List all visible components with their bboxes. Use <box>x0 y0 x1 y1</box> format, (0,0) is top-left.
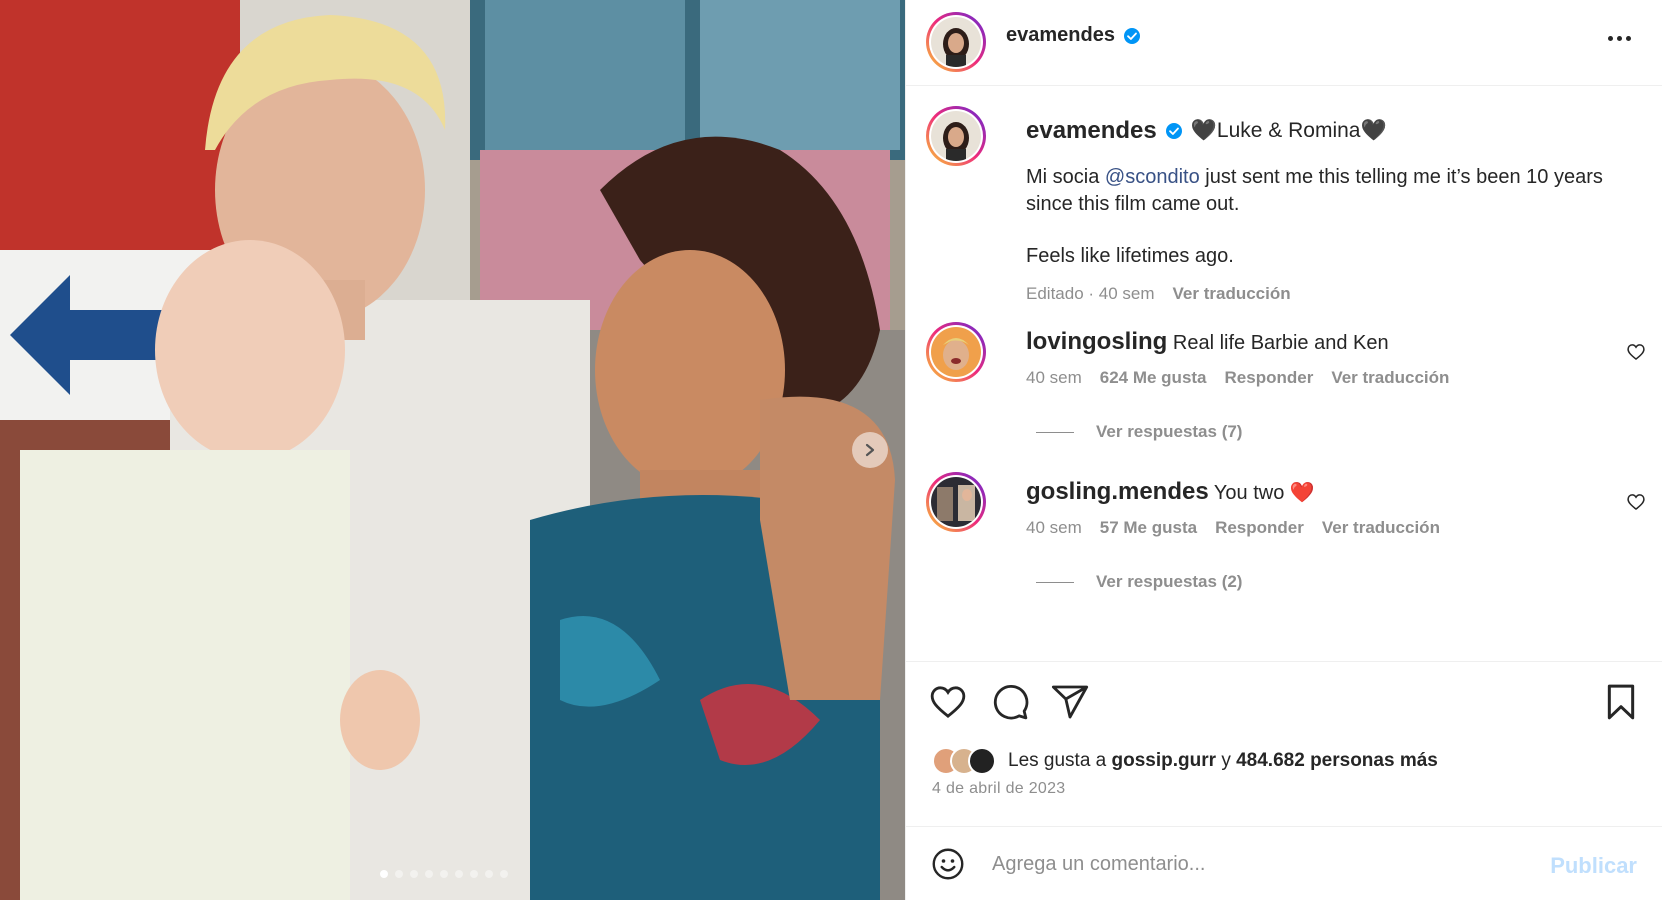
comment-item: gosling.mendes You two ❤️ 40 sem 57 Me g… <box>926 472 1646 622</box>
commenter-username[interactable]: gosling.mendes <box>1026 478 1209 505</box>
likes-summary: Les gusta a gossip.gurr y 484.682 person… <box>932 747 1438 775</box>
caption-translate-link[interactable]: Ver traducción <box>1173 280 1291 307</box>
comment-input[interactable] <box>992 845 1492 883</box>
save-bookmark-icon[interactable] <box>1601 682 1641 722</box>
carousel-dot <box>455 870 463 878</box>
comment-like-heart-icon[interactable] <box>1626 342 1646 362</box>
verified-badge-icon <box>1165 123 1182 139</box>
carousel-indicator <box>380 870 508 878</box>
emoji-smiley-icon[interactable] <box>930 846 966 882</box>
share-paper-plane-icon[interactable] <box>1050 682 1090 722</box>
caption-timestamp: Editado · 40 sem <box>1026 284 1155 303</box>
commenter-avatar[interactable] <box>926 472 986 532</box>
like-heart-icon[interactable] <box>928 682 968 722</box>
caption-title: 🖤Luke & Romina🖤 <box>1190 119 1387 142</box>
likes-count-link[interactable]: 484.682 personas más <box>1236 750 1438 771</box>
caption-text: Mi socia @scondito just sent me this tel… <box>1026 164 1626 218</box>
view-replies-label: Ver respuestas (7) <box>1096 422 1243 441</box>
carousel-dot <box>440 870 448 878</box>
avatar-image <box>931 477 981 527</box>
publish-button[interactable]: Publicar <box>1550 853 1637 879</box>
add-comment-bar: Publicar <box>906 826 1662 900</box>
caption-text-line2: Feels like lifetimes ago. <box>1026 245 1234 267</box>
caption-author-username[interactable]: evamendes <box>1026 116 1157 146</box>
carousel-dot <box>500 870 508 878</box>
comment-text: You two ❤️ <box>1213 482 1315 504</box>
caption-text-part: Mi socia <box>1026 166 1105 188</box>
likes-prefix: Les gusta a <box>1008 750 1112 771</box>
more-options-button[interactable] <box>1603 26 1635 50</box>
comment-reply-button[interactable]: Responder <box>1215 518 1304 538</box>
comment-time: 40 sem <box>1026 368 1082 387</box>
comment-text: Real life Barbie and Ken <box>1172 332 1389 354</box>
more-horizontal-icon <box>1607 35 1613 41</box>
replies-divider <box>1036 431 1074 433</box>
chevron-right-icon <box>865 443 875 457</box>
comment-item: lovingosling Real life Barbie and Ken 40… <box>926 322 1646 472</box>
likes-text: Les gusta a gossip.gurr y 484.682 person… <box>1008 750 1438 772</box>
comment-likes-count[interactable]: 624 Me gusta <box>1100 368 1207 388</box>
caption-mention-link[interactable]: @scondito <box>1105 166 1200 188</box>
caption-meta: Editado · 40 sem Ver traducción <box>1026 280 1626 307</box>
avatar-image <box>931 17 981 67</box>
commenter-username[interactable]: lovingosling <box>1026 328 1167 355</box>
avatar-image <box>931 327 981 377</box>
comment-reply-button[interactable]: Responder <box>1225 368 1314 388</box>
comment-meta: 40 sem 624 Me gusta Responder Ver traduc… <box>1026 368 1449 388</box>
carousel-dot <box>380 870 388 878</box>
carousel-dot <box>485 870 493 878</box>
carousel-dot <box>410 870 418 878</box>
post-photo <box>0 0 905 900</box>
verified-badge-icon <box>1123 27 1140 44</box>
post-actions-section: Les gusta a gossip.gurr y 484.682 person… <box>906 661 1662 826</box>
carousel-dot <box>395 870 403 878</box>
comment-translate-link[interactable]: Ver traducción <box>1331 368 1449 388</box>
view-replies-label: Ver respuestas (2) <box>1096 572 1243 591</box>
carousel-next-button[interactable] <box>852 432 888 468</box>
likes-middle: y <box>1216 750 1237 771</box>
replies-divider <box>1036 581 1074 583</box>
likes-user-link[interactable]: gossip.gurr <box>1112 750 1217 771</box>
comment-meta: 40 sem 57 Me gusta Responder Ver traducc… <box>1026 518 1440 538</box>
post-header: evamendes <box>906 0 1662 86</box>
comment-bubble-icon[interactable] <box>990 682 1030 722</box>
caption-author-avatar[interactable] <box>926 106 986 166</box>
comment-like-heart-icon[interactable] <box>1626 492 1646 512</box>
post-media[interactable] <box>0 0 905 900</box>
comment-time: 40 sem <box>1026 518 1082 537</box>
view-replies-button[interactable]: Ver respuestas (2) <box>1036 572 1242 592</box>
post-date[interactable]: 4 de abril de 2023 <box>932 780 1066 798</box>
author-username[interactable]: evamendes <box>1006 24 1115 47</box>
comment-translate-link[interactable]: Ver traducción <box>1322 518 1440 538</box>
post-side-panel: evamendes evamendes 🖤Luke & Romina🖤 Mi s… <box>905 0 1662 900</box>
view-replies-button[interactable]: Ver respuestas (7) <box>1036 422 1242 442</box>
comment-likes-count[interactable]: 57 Me gusta <box>1100 518 1197 538</box>
carousel-dot <box>425 870 433 878</box>
comments-list[interactable]: evamendes 🖤Luke & Romina🖤 Mi socia @scon… <box>906 86 1662 661</box>
liker-avatar[interactable] <box>968 747 996 775</box>
commenter-avatar[interactable] <box>926 322 986 382</box>
carousel-dot <box>470 870 478 878</box>
author-avatar[interactable] <box>926 12 986 72</box>
avatar-image <box>931 111 981 161</box>
